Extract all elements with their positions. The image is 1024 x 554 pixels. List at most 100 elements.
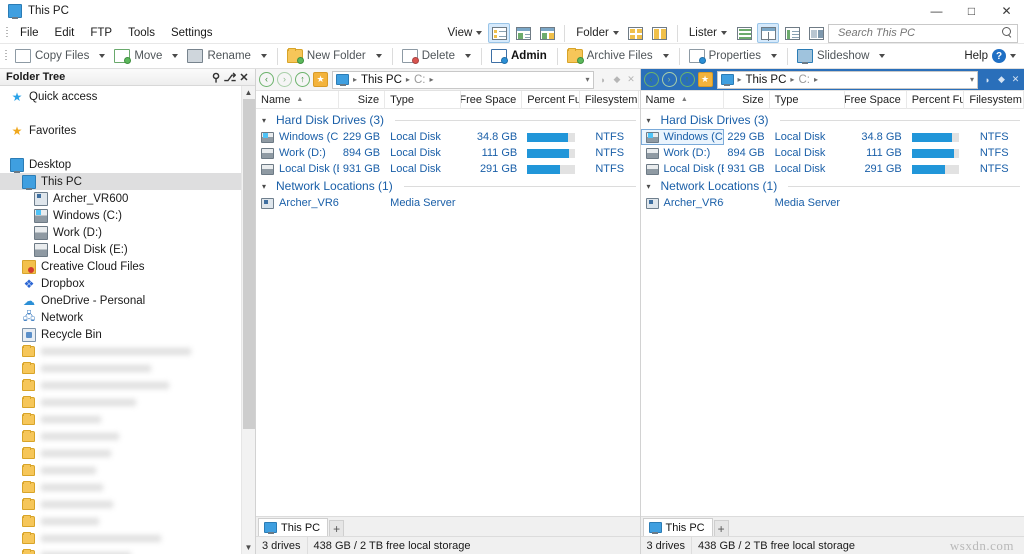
cell-name[interactable]: Local Disk (E:) <box>641 161 724 177</box>
group-header[interactable]: ▾Hard Disk Drives (3) <box>256 111 640 129</box>
minimize-button[interactable]: — <box>919 0 954 23</box>
forward-button[interactable]: › <box>276 71 293 88</box>
table-row[interactable]: Archer_VR600Media Server <box>641 195 1024 211</box>
copy-files-dropdown[interactable] <box>94 46 110 67</box>
back-button[interactable]: ‹ <box>643 71 660 88</box>
up-button[interactable]: ↑ <box>294 71 311 88</box>
column-header-name[interactable]: Name▲ <box>641 91 724 109</box>
scroll-up-icon[interactable]: ▲ <box>242 86 256 99</box>
blurred-folder-row[interactable] <box>0 394 241 411</box>
search-icon[interactable] <box>1001 27 1013 39</box>
unpin-icon[interactable]: ⎇ <box>223 70 237 84</box>
swap-pane-icon[interactable]: ◆ <box>611 71 624 88</box>
blurred-folder-row[interactable] <box>0 496 241 513</box>
delete-dropdown[interactable] <box>460 46 476 67</box>
delete-button[interactable]: Delete <box>398 46 460 67</box>
move-dropdown[interactable] <box>167 46 183 67</box>
blurred-folder-row[interactable] <box>0 360 241 377</box>
table-row[interactable]: Local Disk (E:)931 GBLocal Disk291 GBNTF… <box>641 161 1024 177</box>
cell-name[interactable]: Windows (C:) <box>256 129 339 145</box>
sidebar-item-quick-access[interactable]: ★ Quick access <box>0 88 241 105</box>
slideshow-dropdown[interactable] <box>874 46 890 67</box>
move-button[interactable]: Move <box>110 46 167 67</box>
chevron-down-icon[interactable]: ▾ <box>647 116 656 125</box>
details-view-icon[interactable] <box>488 23 510 43</box>
scrollbar-thumb[interactable] <box>243 99 255 429</box>
cell-name[interactable]: Work (D:) <box>641 145 724 161</box>
scroll-down-icon[interactable]: ▼ <box>242 541 256 554</box>
cell-name[interactable]: Local Disk (E:) <box>256 161 339 177</box>
table-row[interactable]: Work (D:)894 GBLocal Disk111 GBNTFS <box>256 145 640 161</box>
blurred-folder-row[interactable] <box>0 411 241 428</box>
menu-grip-icon[interactable] <box>4 26 10 40</box>
blurred-folder-row[interactable] <box>0 530 241 547</box>
maximize-button[interactable]: □ <box>954 0 989 23</box>
preview-pane-icon[interactable] <box>805 23 827 43</box>
single-pane-icon[interactable] <box>733 23 755 43</box>
back-button[interactable]: ‹ <box>258 71 275 88</box>
slideshow-button[interactable]: Slideshow <box>793 46 874 67</box>
swap-pane-icon[interactable]: ◆ <box>995 71 1008 88</box>
menu-edit[interactable]: Edit <box>47 24 83 43</box>
table-row[interactable]: Work (D:)894 GBLocal Disk111 GBNTFS <box>641 145 1024 161</box>
sidebar-item-archer-vr600[interactable]: Archer_VR600 <box>0 190 241 207</box>
sidebar-item-dropbox[interactable]: ❖ Dropbox <box>0 275 241 292</box>
sidebar-item-desktop[interactable]: Desktop <box>0 156 241 173</box>
lister-dropdown[interactable]: Lister <box>683 23 732 43</box>
close-pane-icon[interactable]: ✕ <box>1009 71 1022 88</box>
table-row[interactable]: Local Disk (E:)931 GBLocal Disk291 GBNTF… <box>256 161 640 177</box>
cell-name[interactable]: Archer_VR600 <box>641 195 724 211</box>
breadcrumb-dropdown-icon[interactable]: ▾ <box>584 75 590 84</box>
column-header-filesystem[interactable]: Filesystem <box>580 91 640 109</box>
column-header-type[interactable]: Type <box>385 91 460 109</box>
blurred-folder-row[interactable] <box>0 479 241 496</box>
split-pane-icon[interactable]: ◗ <box>597 71 610 88</box>
sidebar-item-work-d[interactable]: Work (D:) <box>0 224 241 241</box>
new-tab-button[interactable]: + <box>329 520 344 536</box>
admin-button[interactable]: Admin <box>487 46 552 67</box>
cell-name[interactable]: Work (D:) <box>256 145 339 161</box>
folder-dropdown[interactable]: Folder <box>570 23 624 43</box>
breadcrumb-right[interactable]: ▸ This PC ▸ C: ▸ ▾ <box>717 71 979 89</box>
column-header-free-space[interactable]: Free Space <box>845 91 907 109</box>
close-panel-icon[interactable]: ✕ <box>237 70 251 84</box>
folder-pair-icon[interactable] <box>649 23 671 43</box>
help-icon[interactable]: ? <box>992 49 1006 63</box>
chevron-down-icon[interactable] <box>1010 54 1016 58</box>
breadcrumb-part-c[interactable]: C: <box>414 74 426 86</box>
close-button[interactable]: ✕ <box>989 0 1024 23</box>
copy-files-button[interactable]: Copy Files <box>11 46 94 67</box>
sidebar-item-windows-c[interactable]: Windows (C:) <box>0 207 241 224</box>
sidebar-item-local-disk-e[interactable]: Local Disk (E:) <box>0 241 241 258</box>
list-view-icon[interactable] <box>512 23 534 43</box>
favorites-button[interactable]: ★ <box>312 71 329 88</box>
column-header-percent-full[interactable]: Percent Full <box>907 91 965 109</box>
sidebar-item-onedrive-personal[interactable]: ☁ OneDrive - Personal <box>0 292 241 309</box>
chevron-down-icon[interactable]: ▾ <box>262 116 271 125</box>
menu-file[interactable]: File <box>12 24 47 43</box>
help-group[interactable]: Help ? <box>964 49 1024 63</box>
split-pane-icon[interactable]: ◗ <box>981 71 994 88</box>
column-header-percent-full[interactable]: Percent Full <box>522 91 580 109</box>
close-pane-icon[interactable]: ✕ <box>625 71 638 88</box>
cell-name[interactable]: Archer_VR600 <box>256 195 339 211</box>
blurred-folder-row[interactable] <box>0 547 241 554</box>
breadcrumb-part-c[interactable]: C: <box>798 74 810 86</box>
chevron-down-icon[interactable]: ▾ <box>647 182 656 191</box>
breadcrumb-part-this-pc[interactable]: This PC <box>746 74 787 86</box>
sidebar-item-this-pc[interactable]: This PC <box>0 173 241 190</box>
blurred-folder-row[interactable] <box>0 377 241 394</box>
tab-this-pc[interactable]: This PC <box>643 518 713 536</box>
up-button[interactable]: ↑ <box>679 71 696 88</box>
rename-dropdown[interactable] <box>256 46 272 67</box>
column-header-filesystem[interactable]: Filesystem <box>964 91 1024 109</box>
breadcrumb-dropdown-icon[interactable]: ▾ <box>969 75 975 84</box>
view-dropdown[interactable]: View <box>442 23 488 43</box>
blurred-folder-row[interactable] <box>0 343 241 360</box>
properties-dropdown[interactable] <box>766 46 782 67</box>
new-folder-button[interactable]: New Folder <box>283 46 371 67</box>
blurred-folder-row[interactable] <box>0 462 241 479</box>
rename-button[interactable]: Rename <box>183 46 255 67</box>
file-list-right[interactable]: ▾Hard Disk Drives (3)Windows (C:)229 GBL… <box>641 109 1024 516</box>
table-row[interactable]: Archer_VR600Media Server <box>256 195 640 211</box>
